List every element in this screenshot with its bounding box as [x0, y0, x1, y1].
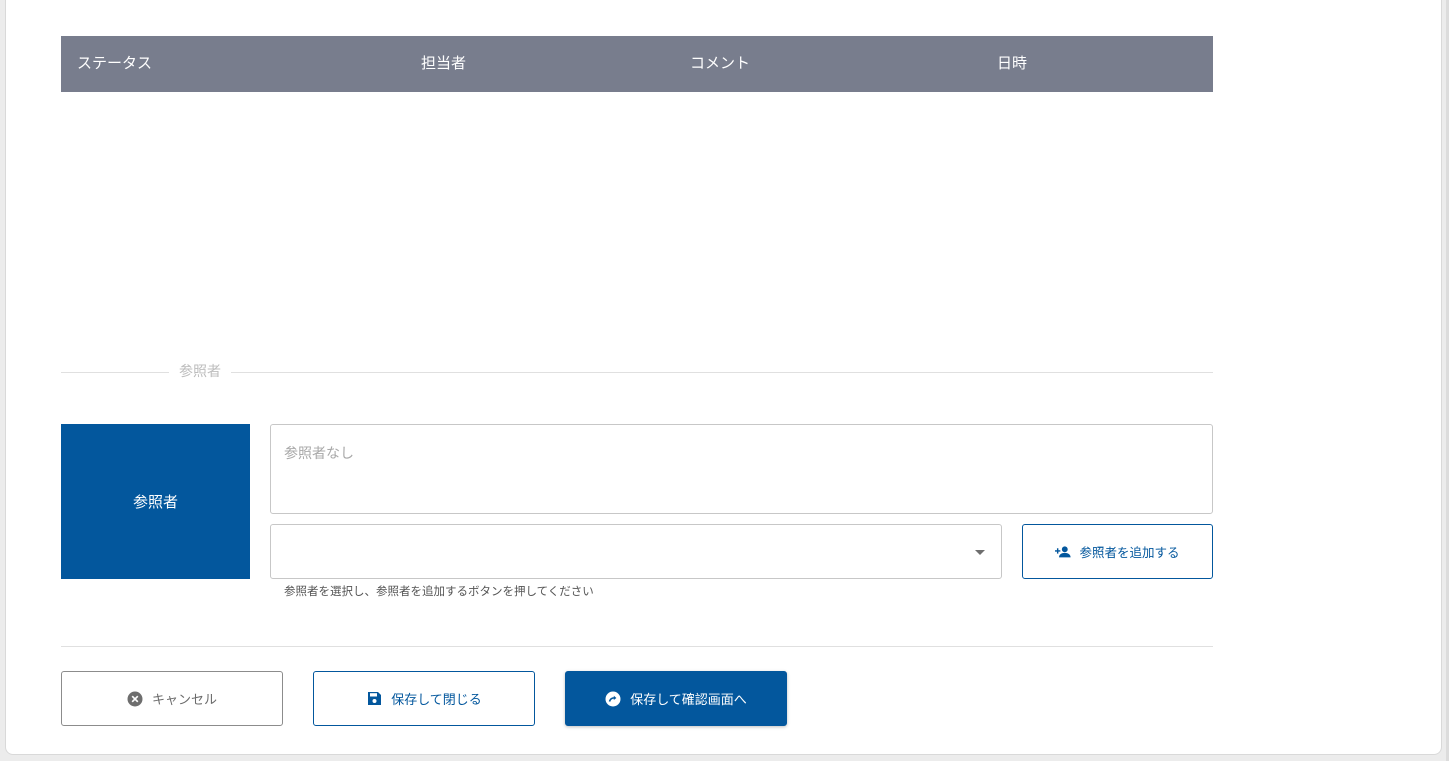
save-and-confirm-button-label: 保存して確認画面へ	[630, 693, 747, 708]
floppy-disk-icon	[366, 691, 382, 707]
reference-helper-text: 参照者を選択し、参照者を追加するボタンを押してください	[284, 584, 594, 598]
reference-list-value: 参照者なし	[284, 446, 354, 462]
reference-section-divider	[61, 372, 1213, 373]
add-reference-button[interactable]: 参照者を追加する	[1022, 524, 1213, 579]
reference-list-field[interactable]: 参照者なし	[270, 424, 1213, 514]
reference-label: 参照者	[61, 424, 250, 579]
column-header-assignee: 担当者	[421, 54, 467, 72]
history-table-header: ステータス 担当者 コメント 日時	[61, 36, 1213, 92]
save-and-confirm-button[interactable]: 保存して確認画面へ	[565, 671, 787, 726]
reference-select[interactable]	[270, 524, 1002, 579]
column-header-datetime: 日時	[997, 54, 1028, 72]
add-reference-button-label: 参照者を追加する	[1079, 545, 1180, 560]
reference-label-text: 参照者	[132, 493, 178, 511]
reference-section-title: 参照者	[169, 362, 231, 382]
caret-down-icon	[975, 550, 985, 555]
cancel-circle-icon	[127, 691, 143, 707]
arrow-right-circle-icon	[605, 691, 621, 707]
cancel-button-label: キャンセル	[151, 693, 217, 708]
save-and-close-button-label: 保存して閉じる	[391, 693, 482, 708]
column-header-status: ステータス	[77, 54, 153, 72]
person-add-icon	[1055, 544, 1072, 560]
save-and-close-button[interactable]: 保存して閉じる	[313, 671, 535, 726]
column-header-comment: コメント	[690, 54, 751, 72]
cancel-button[interactable]: キャンセル	[61, 671, 283, 726]
actions-divider	[61, 646, 1213, 647]
